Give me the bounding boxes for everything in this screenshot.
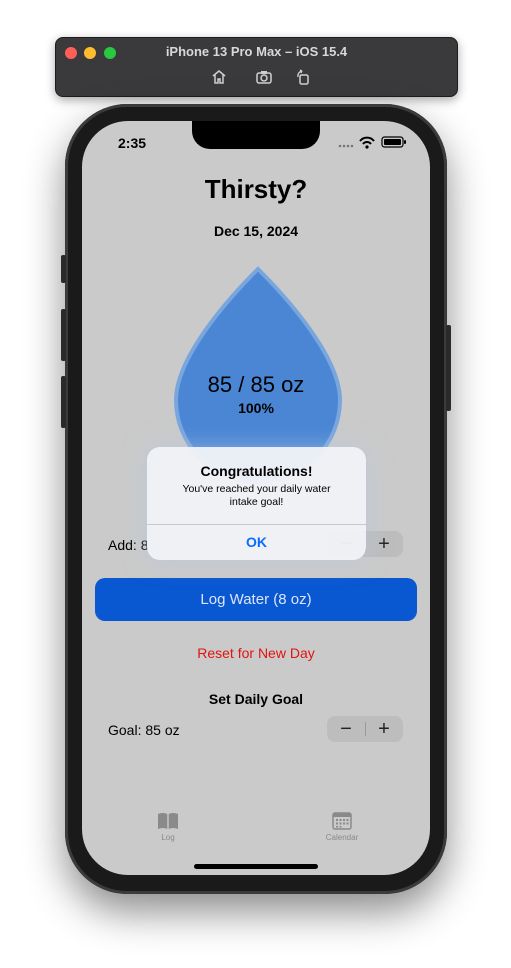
tab-log-label: Log: [161, 833, 175, 842]
reset-day-button[interactable]: Reset for New Day: [82, 645, 430, 661]
home-icon[interactable]: [210, 68, 228, 86]
status-icons: [338, 135, 408, 149]
status-time: 2:35: [118, 135, 147, 151]
goal-stepper: − +: [327, 716, 403, 742]
tab-bar: Log Calendar: [82, 811, 430, 851]
goal-increment-button[interactable]: +: [365, 716, 403, 742]
screenshot-icon[interactable]: [255, 68, 273, 86]
goal-value-label: Goal: 85 oz: [108, 722, 180, 738]
app-title: Thirsty?: [204, 174, 308, 204]
current-date: Dec 15, 2024: [213, 223, 299, 239]
volume-up-button: [61, 309, 66, 361]
battery-icon: [381, 136, 406, 148]
tab-calendar-label: Calendar: [325, 833, 359, 842]
daily-goal-heading: Set Daily Goal: [208, 691, 304, 707]
intake-amount: 85 / 85 oz: [207, 372, 305, 397]
simulator-toolbar: iPhone 13 Pro Max – iOS 15.4: [55, 37, 458, 97]
wifi-icon: [359, 136, 375, 149]
home-indicator: [194, 864, 318, 869]
alert-title: Congratulations!: [200, 463, 313, 479]
rotate-icon[interactable]: [294, 68, 312, 86]
add-amount-label: Add: 8: [108, 537, 149, 553]
notch: [192, 121, 320, 149]
log-water-button[interactable]: Log Water (8 oz): [95, 578, 417, 621]
add-increment-button[interactable]: +: [365, 531, 403, 557]
book-icon: [158, 813, 178, 829]
mute-switch: [61, 255, 66, 283]
power-button: [446, 325, 451, 411]
cellular-icon: [338, 144, 354, 148]
tab-calendar[interactable]: Calendar: [312, 811, 372, 842]
alert-message: You've reached your daily water intake g…: [182, 483, 331, 508]
tab-log[interactable]: Log: [138, 811, 198, 842]
volume-down-button: [61, 376, 66, 428]
goal-decrement-button[interactable]: −: [327, 716, 365, 742]
calendar-icon: [332, 812, 352, 830]
simulator-title: iPhone 13 Pro Max – iOS 15.4: [165, 44, 348, 59]
intake-percent: 100%: [238, 400, 274, 416]
alert-ok-button[interactable]: OK: [147, 525, 366, 560]
congratulations-alert: Congratulations! You've reached your dai…: [147, 447, 366, 560]
